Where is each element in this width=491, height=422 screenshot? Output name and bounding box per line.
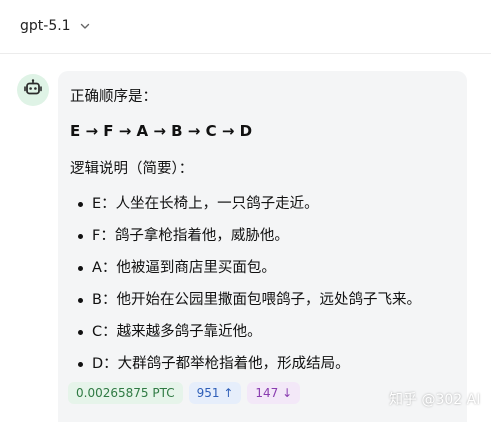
model-name: gpt-5.1 <box>20 18 71 34</box>
output-tokens-badge: 147 ↓ <box>247 382 301 404</box>
bullet-icon <box>78 298 83 303</box>
list-item: A：他被逼到商店里买面包。 <box>92 260 276 276</box>
bullet-icon <box>78 202 83 207</box>
answer-sequence: E → F → A → B → C → D <box>70 122 253 140</box>
robot-icon <box>23 78 43 102</box>
explanation-title: 逻辑说明（简要）： <box>70 161 194 177</box>
bullet-icon <box>78 266 83 271</box>
bullet-icon <box>78 330 83 335</box>
assistant-avatar <box>17 74 49 106</box>
chevron-down-icon <box>79 20 91 32</box>
answer-intro: 正确顺序是： <box>70 89 157 105</box>
chat-header: gpt-5.1 <box>0 0 491 54</box>
list-item: E：人坐在长椅上，一只鸽子走近。 <box>92 196 319 212</box>
assistant-message: 正确顺序是： E → F → A → B → C → D 逻辑说明（简要）： E… <box>58 71 467 422</box>
list-item: F：鸽子拿枪指着他，威胁他。 <box>92 228 289 244</box>
list-item: B：他开始在公园里撒面包喂鸽子，远处鸽子飞来。 <box>92 292 421 308</box>
bullet-icon <box>78 362 83 367</box>
message-meta: 0.00265875 PTC 951 ↑ 147 ↓ <box>68 382 301 404</box>
input-tokens-badge: 951 ↑ <box>188 382 242 404</box>
bullet-icon <box>78 234 83 239</box>
list-item: C：越来越多鸽子靠近他。 <box>92 324 262 340</box>
model-selector[interactable]: gpt-5.1 <box>20 15 91 37</box>
watermark: 知乎 @302 AI <box>389 392 481 408</box>
list-item: D：大群鸽子都举枪指着他，形成结局。 <box>92 356 350 372</box>
cost-badge: 0.00265875 PTC <box>68 382 183 404</box>
